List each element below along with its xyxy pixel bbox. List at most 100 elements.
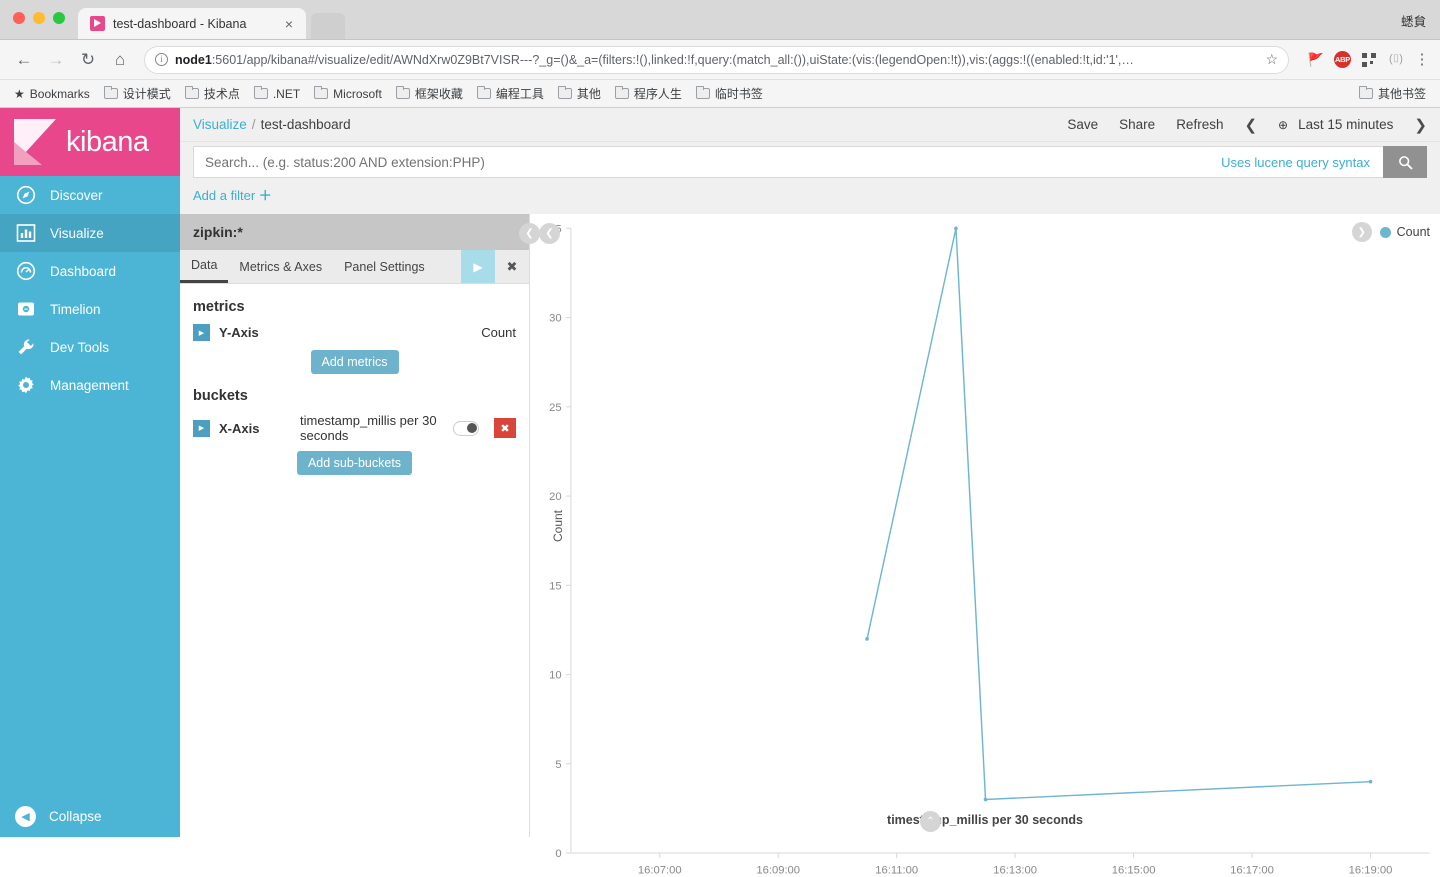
- bookmark-item[interactable]: .NET: [248, 84, 306, 104]
- svg-text:0: 0: [555, 848, 561, 860]
- sidebar-item-management[interactable]: Management: [0, 366, 180, 404]
- bookmark-item[interactable]: 框架收藏: [390, 82, 469, 105]
- add-filter-button[interactable]: Add a filter ＋: [193, 188, 272, 203]
- new-tab-button[interactable]: [311, 13, 345, 39]
- bookmark-item[interactable]: 临时书签: [690, 82, 769, 105]
- close-window-button[interactable]: [13, 12, 25, 24]
- bookmark-item-bookmarks[interactable]: ★ Bookmarks: [8, 84, 96, 104]
- share-button[interactable]: Share: [1119, 117, 1155, 132]
- editor-collapse-button[interactable]: ❮: [519, 223, 540, 244]
- metric-axis-label: Y-Axis: [219, 325, 259, 340]
- bookmark-star-icon[interactable]: ☆: [1265, 51, 1278, 68]
- lucene-syntax-link[interactable]: Uses lucene query syntax: [1221, 155, 1383, 170]
- bookmark-item[interactable]: 其他: [552, 82, 607, 105]
- add-filter-label: Add a filter: [193, 188, 256, 203]
- folder-icon: [614, 85, 629, 99]
- svg-text:16:15:00: 16:15:00: [1112, 864, 1156, 876]
- sidebar-item-discover[interactable]: Discover: [0, 176, 180, 214]
- flag-extension-icon[interactable]: 🚩: [1307, 51, 1325, 69]
- site-info-icon[interactable]: i: [155, 53, 168, 66]
- legend-item-count[interactable]: Count: [1379, 225, 1430, 239]
- tab-metrics-axes[interactable]: Metrics & Axes: [228, 250, 333, 283]
- collapse-label: Collapse: [49, 809, 102, 824]
- star-icon: ★: [14, 86, 25, 101]
- qr-extension-icon[interactable]: [1362, 52, 1376, 67]
- index-pattern-label: zipkin:*: [193, 224, 243, 240]
- sidebar-item-timelion[interactable]: Timelion: [0, 290, 180, 328]
- time-prev-icon[interactable]: ❮: [1244, 116, 1257, 134]
- sidebar-item-dashboard[interactable]: Dashboard: [0, 252, 180, 290]
- time-next-icon[interactable]: ❯: [1414, 116, 1427, 134]
- refresh-button[interactable]: Refresh: [1176, 117, 1223, 132]
- minimize-window-button[interactable]: [33, 12, 45, 24]
- topnav-actions: Save Share Refresh ❮ ⊕ Last 15 minutes ❯: [1067, 116, 1427, 134]
- bookmark-item[interactable]: Microsoft: [308, 84, 388, 104]
- browser-tab[interactable]: test-dashboard - Kibana ×: [78, 8, 306, 39]
- sidebar-collapse-button[interactable]: ◀ Collapse: [0, 796, 180, 837]
- main-content: Visualize / test-dashboard Save Share Re…: [180, 108, 1440, 876]
- bookmark-label: 编程工具: [495, 87, 544, 101]
- folder-icon: [253, 85, 268, 99]
- sidebar-item-dev-tools[interactable]: Dev Tools: [0, 328, 180, 366]
- bucket-enable-toggle[interactable]: [453, 420, 479, 436]
- browser-menu-icon[interactable]: ⋮: [1414, 52, 1430, 67]
- bookmark-label: Bookmarks: [29, 86, 90, 101]
- bookmark-item[interactable]: 编程工具: [471, 82, 550, 105]
- workspace: zipkin:* ❮ Data Metrics & Axes Panel Set…: [180, 214, 1440, 876]
- bookmark-item[interactable]: 技术点: [179, 82, 246, 105]
- metric-y-axis-row[interactable]: ▶ Y-Axis Count: [180, 324, 529, 341]
- close-tab-icon[interactable]: ×: [282, 17, 296, 31]
- bucket-x-axis-row[interactable]: ▶ X-Axis timestamp_millis per 30 seconds…: [180, 413, 529, 443]
- breadcrumb-visualize-link[interactable]: Visualize: [193, 117, 247, 132]
- bucket-aggregation-value: timestamp_millis per 30 seconds: [300, 413, 437, 443]
- back-icon[interactable]: ←: [10, 46, 38, 74]
- address-bar[interactable]: i node1:5601/app/kibana#/visualize/edit/…: [144, 45, 1289, 74]
- discard-changes-button[interactable]: ✖: [495, 250, 529, 283]
- maximize-window-button[interactable]: [53, 12, 65, 24]
- sidebar-item-visualize[interactable]: Visualize: [0, 214, 180, 252]
- kibana-sidebar: kibana Discover Visualize Dashboard Time…: [0, 108, 180, 837]
- line-chart[interactable]: Count timestamp_millis per 30 seconds 05…: [530, 214, 1440, 876]
- bucket-axis-label: X-Axis: [219, 420, 260, 436]
- kibana-logo[interactable]: kibana: [0, 108, 180, 176]
- folder-icon: [695, 85, 710, 99]
- expand-bucket-icon[interactable]: ▶: [193, 419, 210, 437]
- expand-metric-icon[interactable]: ▶: [193, 324, 210, 341]
- window-controls[interactable]: [13, 12, 65, 24]
- kibana-wordmark: kibana: [66, 125, 149, 158]
- tab-strip: test-dashboard - Kibana ×: [78, 0, 345, 39]
- sidebar-item-label: Management: [50, 377, 129, 393]
- remove-bucket-button[interactable]: ✖: [494, 418, 516, 438]
- expand-editor-button[interactable]: ❮: [539, 223, 560, 244]
- search-input[interactable]: [205, 154, 1222, 170]
- apply-changes-button[interactable]: ▶: [461, 250, 495, 283]
- legend-toggle-button[interactable]: ❯: [1351, 222, 1372, 242]
- kibana-topnav: Visualize / test-dashboard Save Share Re…: [180, 108, 1440, 142]
- bookmark-item[interactable]: 设计模式: [98, 82, 177, 105]
- home-icon[interactable]: ⌂: [106, 46, 134, 74]
- time-range-picker[interactable]: ⊕ Last 15 minutes: [1278, 117, 1393, 132]
- tab-data[interactable]: Data: [180, 250, 229, 283]
- plus-icon: ＋: [258, 188, 272, 203]
- clock-icon: ⊕: [1278, 117, 1289, 132]
- adblock-extension-icon[interactable]: ABP: [1334, 51, 1351, 68]
- search-button[interactable]: [1383, 146, 1427, 178]
- profile-extension-icon[interactable]: (⌷): [1387, 51, 1405, 69]
- add-metrics-button[interactable]: Add metrics: [310, 350, 399, 374]
- gear-icon: [15, 374, 37, 396]
- timelion-icon: [15, 298, 37, 320]
- bookmark-label: Microsoft: [333, 86, 382, 101]
- other-bookmarks-button[interactable]: 其他书签: [1353, 82, 1432, 105]
- query-bar-row: Uses lucene query syntax: [180, 142, 1440, 178]
- add-sub-buckets-button[interactable]: Add sub-buckets: [296, 451, 413, 475]
- visualization-editor: zipkin:* ❮ Data Metrics & Axes Panel Set…: [180, 214, 540, 837]
- save-button[interactable]: Save: [1067, 117, 1098, 132]
- tab-panel-settings[interactable]: Panel Settings: [333, 250, 436, 283]
- forward-icon[interactable]: →: [42, 46, 70, 74]
- query-bar[interactable]: Uses lucene query syntax: [193, 146, 1427, 178]
- svg-text:20: 20: [549, 491, 562, 503]
- reload-icon[interactable]: ↻: [74, 46, 102, 74]
- bookmark-item[interactable]: 程序人生: [609, 82, 688, 105]
- collapse-chart-button[interactable]: ⌃: [920, 811, 941, 832]
- tab-title: test-dashboard - Kibana: [113, 16, 247, 31]
